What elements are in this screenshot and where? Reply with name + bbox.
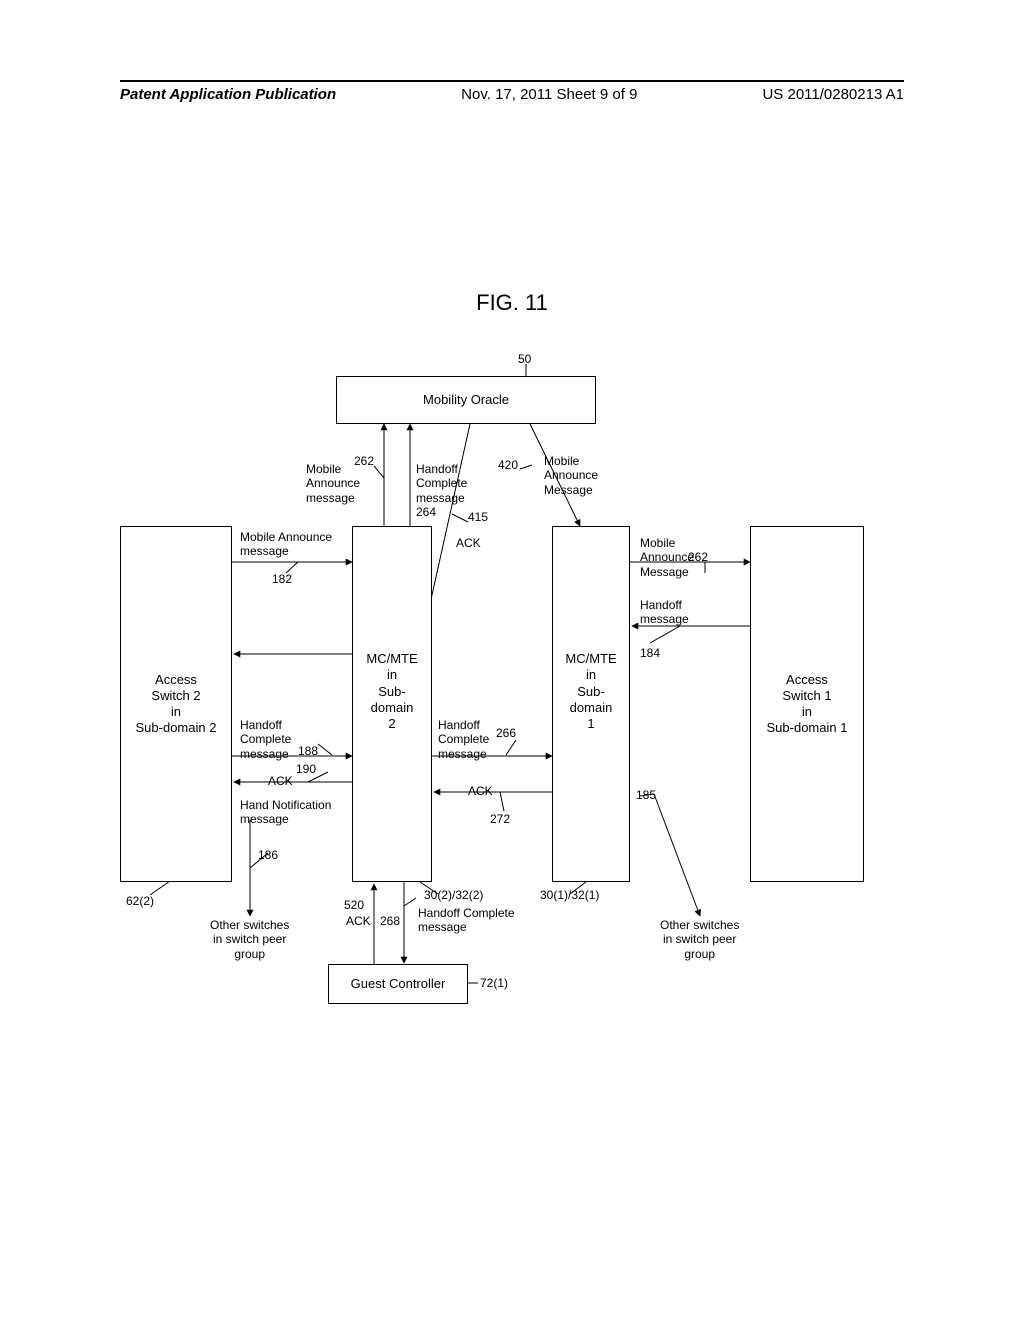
label-other-switches-left: Other switches in switch peer group xyxy=(210,918,289,961)
label-handoff-complete-188: Handoff Complete message xyxy=(240,718,291,761)
page-header: Patent Application Publication Nov. 17, … xyxy=(120,80,904,103)
guest-controller-label: Guest Controller xyxy=(351,976,446,992)
box-guest-controller: Guest Controller xyxy=(328,964,468,1004)
ref-622: 62(2) xyxy=(126,894,154,908)
label-mobile-announce-262-left: Mobile Announce message xyxy=(306,462,360,505)
ref-50: 50 xyxy=(518,352,531,366)
ref-721: 72(1) xyxy=(480,976,508,990)
ref-268: 268 xyxy=(380,914,400,928)
ref-272: 272 xyxy=(490,812,510,826)
box-access-switch-2: Access Switch 2 in Sub-domain 2 xyxy=(120,526,232,882)
box-access-switch-1: Access Switch 1 in Sub-domain 1 xyxy=(750,526,864,882)
label-ack-272: ACK xyxy=(468,784,493,798)
access-switch-2-label: Access Switch 2 in Sub-domain 2 xyxy=(136,672,217,737)
label-handoff-complete-266: Handoff Complete message xyxy=(438,718,489,761)
ref-262-right: 262 xyxy=(688,550,708,564)
figure-title: FIG. 11 xyxy=(0,290,1024,316)
mcmte-1-label: MC/MTE in Sub-domain 1 xyxy=(557,651,625,732)
ref-415: 415 xyxy=(468,510,488,524)
label-ack-415: ACK xyxy=(456,536,481,550)
ref-302-322: 30(2)/32(2) xyxy=(424,888,483,902)
header-left: Patent Application Publication xyxy=(120,86,336,103)
label-mobile-announce-262-right: Mobile Announce Message xyxy=(640,536,694,579)
ref-185: 185 xyxy=(636,788,656,802)
label-handoff-complete-264: Handoff Complete message 264 xyxy=(416,462,467,520)
ref-266: 266 xyxy=(496,726,516,740)
ref-184: 184 xyxy=(640,646,660,660)
label-handoff-184: Handoff message xyxy=(640,598,689,627)
header-center: Nov. 17, 2011 Sheet 9 of 9 xyxy=(461,86,637,103)
ref-301-321: 30(1)/32(1) xyxy=(540,888,599,902)
label-other-switches-right: Other switches in switch peer group xyxy=(660,918,739,961)
box-mobility-oracle: Mobility Oracle xyxy=(336,376,596,424)
mobility-oracle-label: Mobility Oracle xyxy=(423,392,509,408)
label-mobile-announce-182: Mobile Announce message xyxy=(240,530,332,559)
header-right: US 2011/0280213 A1 xyxy=(762,86,904,103)
ref-182: 182 xyxy=(272,572,292,586)
diagram-container: Mobility Oracle Access Switch 2 in Sub-d… xyxy=(120,358,904,1008)
ref-262-left: 262 xyxy=(354,454,374,468)
ref-186: 186 xyxy=(258,848,278,862)
label-handoff-complete-268: Handoff Complete message xyxy=(418,906,515,935)
box-mcmte-2: MC/MTE in Sub-domain 2 xyxy=(352,526,432,882)
ref-190: 190 xyxy=(296,762,316,776)
label-mobile-announce-right: Mobile Announce Message xyxy=(544,454,598,497)
ref-188: 188 xyxy=(298,744,318,758)
label-ack-190: ACK xyxy=(268,774,293,788)
mcmte-2-label: MC/MTE in Sub-domain 2 xyxy=(357,651,427,732)
access-switch-1-label: Access Switch 1 in Sub-domain 1 xyxy=(767,672,848,737)
label-ack-520: ACK xyxy=(346,914,371,928)
ref-420: 420 xyxy=(498,458,518,472)
ref-520: 520 xyxy=(344,898,364,912)
label-hand-notification-186: Hand Notification message xyxy=(240,798,331,827)
box-mcmte-1: MC/MTE in Sub-domain 1 xyxy=(552,526,630,882)
